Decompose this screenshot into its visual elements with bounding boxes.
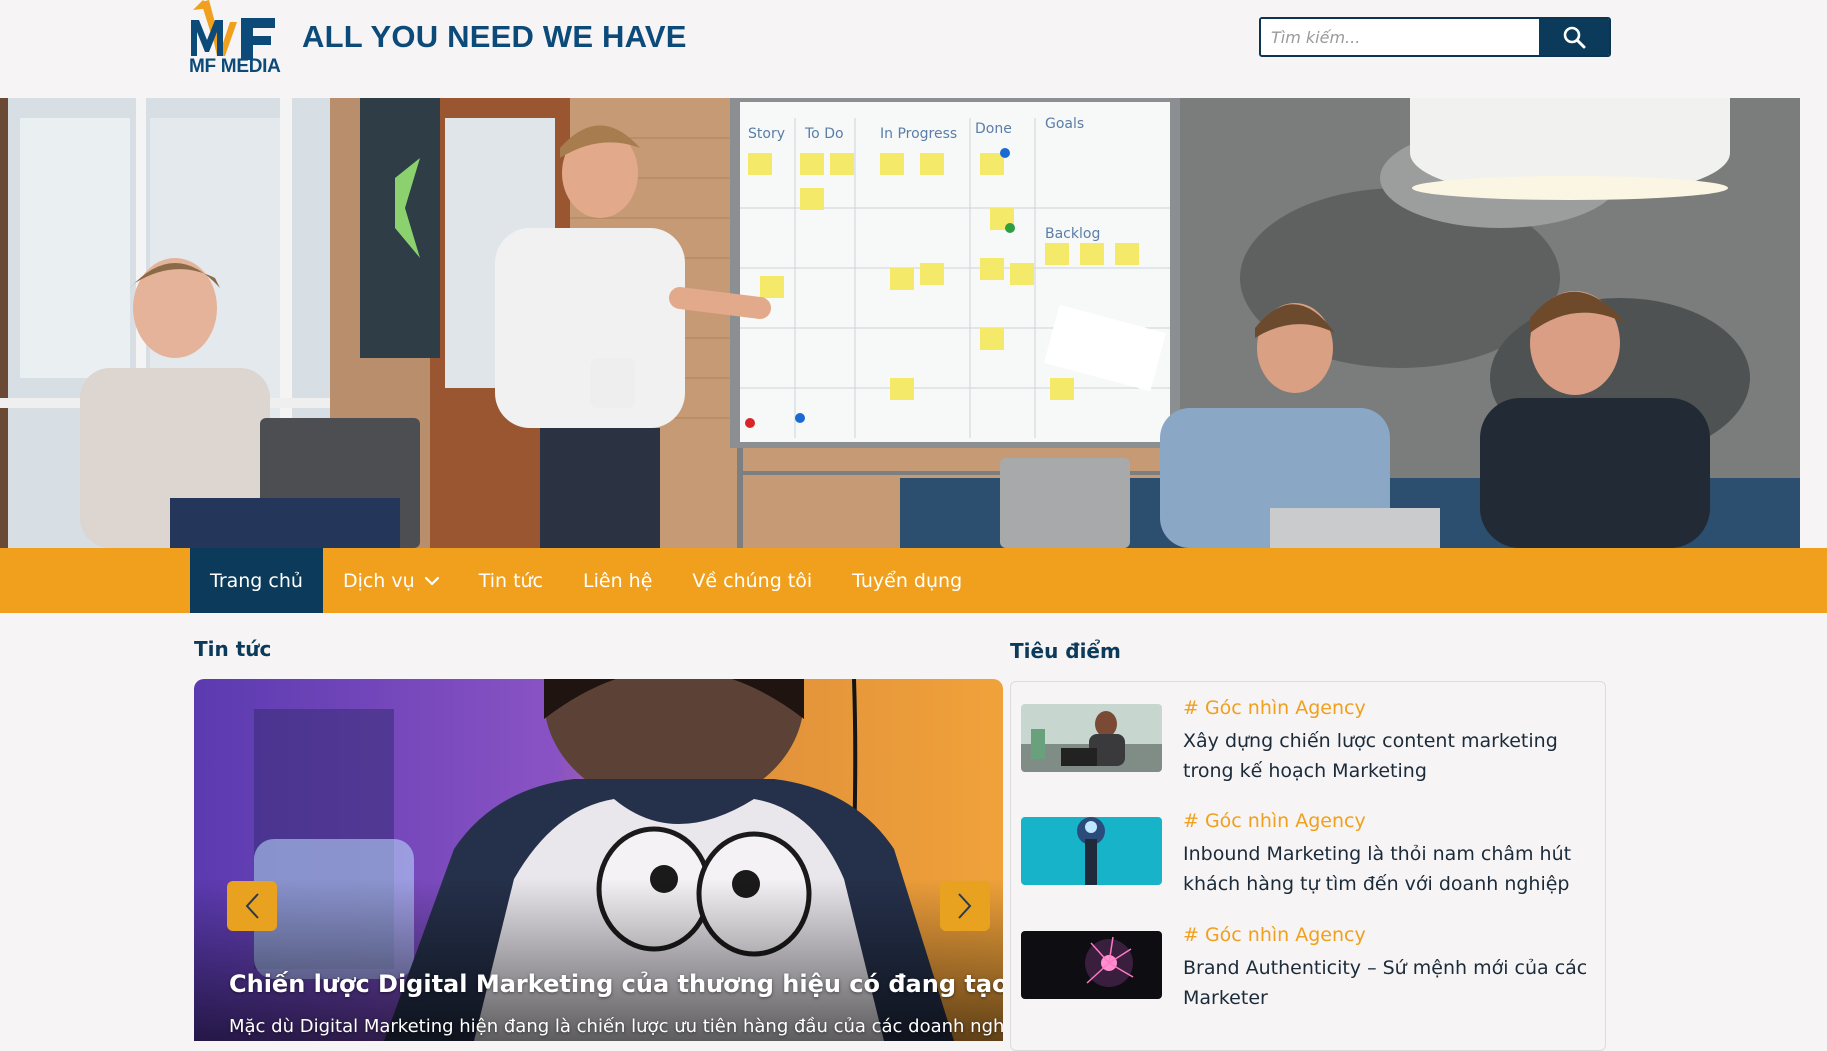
nav-list: Trang chủ Dịch vụ Tin tức Liên hệ Về chú… — [190, 548, 982, 613]
featured-section-title: Tiêu điểm — [1010, 639, 1121, 663]
featured-category[interactable]: # Góc nhìn Agency — [1183, 924, 1366, 946]
nav-item-about[interactable]: Về chúng tôi — [672, 548, 832, 613]
featured-thumbnail[interactable] — [1021, 704, 1162, 772]
search-box — [1259, 17, 1611, 57]
logo-text[interactable]: MF MEDIA — [189, 56, 281, 78]
whiteboard-col-todo: To Do — [804, 126, 844, 142]
nav-item-home[interactable]: Trang chủ — [190, 548, 323, 613]
nav-item-label: Tin tức — [478, 569, 544, 592]
featured-item[interactable]: # Góc nhìn Agency Brand Authenticity – S… — [1021, 909, 1591, 1009]
nav-item-label: Tuyển dụng — [852, 569, 963, 592]
news-section-title: Tin tức — [194, 637, 272, 661]
news-slider[interactable]: Chiến lược Digital Marketing của thương … — [194, 679, 1003, 1041]
featured-panel: # Góc nhìn Agency Xây dựng chiến lược co… — [1010, 681, 1606, 1051]
featured-title[interactable]: Xây dựng chiến lược content marketing tr… — [1183, 726, 1603, 786]
hero-banner: Story To Do In Progress Done Goals Backl… — [0, 98, 1800, 548]
whiteboard-col-story: Story — [748, 126, 785, 142]
featured-item[interactable]: # Góc nhìn Agency Xây dựng chiến lược co… — [1021, 682, 1591, 782]
thumbnail-image — [1021, 931, 1162, 999]
search-input[interactable] — [1261, 19, 1539, 55]
site-tagline: ALL YOU NEED WE HAVE — [302, 19, 687, 54]
featured-thumbnail[interactable] — [1021, 817, 1162, 885]
thumbnail-image — [1021, 704, 1162, 772]
search-icon — [1563, 26, 1586, 49]
chevron-left-icon — [245, 893, 259, 919]
site-header: MF MEDIA ALL YOU NEED WE HAVE — [0, 0, 1827, 98]
nav-item-news[interactable]: Tin tức — [459, 548, 563, 613]
whiteboard-col-progress: In Progress — [880, 126, 957, 142]
featured-title[interactable]: Inbound Marketing là thỏi nam châm hút k… — [1183, 839, 1603, 899]
hero-image: Story To Do In Progress Done Goals Backl… — [0, 98, 1800, 548]
nav-item-services[interactable]: Dịch vụ — [323, 548, 459, 613]
featured-category[interactable]: # Góc nhìn Agency — [1183, 810, 1366, 832]
whiteboard-col-done: Done — [975, 121, 1012, 137]
chevron-down-icon — [424, 576, 439, 585]
slider-next-button[interactable] — [940, 881, 990, 931]
whiteboard-col-goals: Goals — [1045, 116, 1084, 132]
nav-item-label: Liên hệ — [583, 569, 653, 592]
nav-item-label: Trang chủ — [210, 569, 303, 592]
thumbnail-image — [1021, 817, 1162, 885]
slider-prev-button[interactable] — [227, 881, 277, 931]
nav-item-label: Dịch vụ — [342, 569, 415, 592]
slide-title[interactable]: Chiến lược Digital Marketing của thương … — [229, 970, 1003, 998]
featured-category[interactable]: # Góc nhìn Agency — [1183, 697, 1366, 719]
whiteboard-backlog: Backlog — [1045, 226, 1100, 242]
nav-item-careers[interactable]: Tuyển dụng — [832, 548, 982, 613]
main-navigation: Trang chủ Dịch vụ Tin tức Liên hệ Về chú… — [0, 548, 1827, 613]
featured-thumbnail[interactable] — [1021, 931, 1162, 999]
featured-title[interactable]: Brand Authenticity – Sứ mệnh mới của các… — [1183, 953, 1603, 1013]
slide-excerpt: Mặc dù Digital Marketing hiện đang là ch… — [229, 1016, 1003, 1037]
chevron-right-icon — [958, 893, 972, 919]
search-button[interactable] — [1539, 19, 1609, 55]
featured-item[interactable]: # Góc nhìn Agency Inbound Marketing là t… — [1021, 795, 1591, 895]
nav-item-contact[interactable]: Liên hệ — [563, 548, 672, 613]
nav-item-label: Về chúng tôi — [692, 569, 813, 592]
